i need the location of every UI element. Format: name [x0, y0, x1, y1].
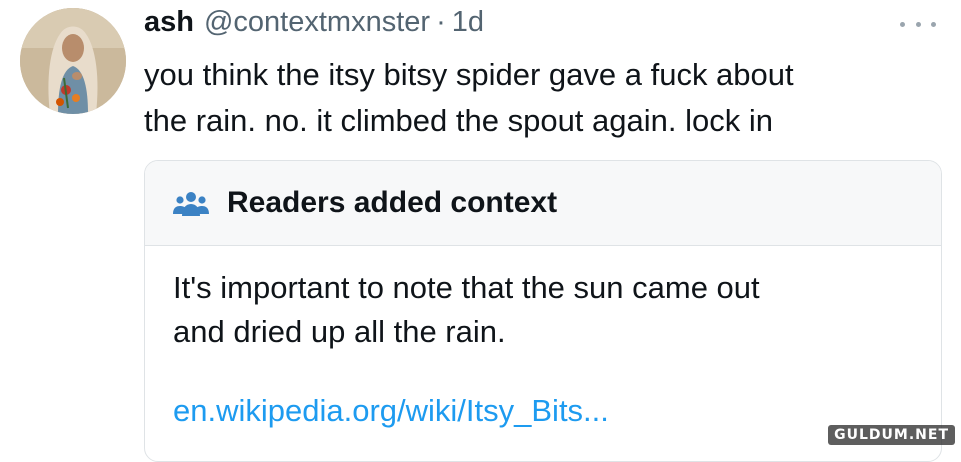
ellipsis-dot: [931, 21, 936, 27]
user-handle[interactable]: @contextmxnster: [204, 6, 430, 39]
timestamp[interactable]: 1d: [452, 6, 484, 39]
tweet: ash @contextmxnster · 1d you think the i…: [0, 0, 961, 462]
tweet-header: ash @contextmxnster · 1d: [144, 6, 484, 42]
display-name[interactable]: ash: [144, 6, 194, 39]
community-note-line: It's important to note that the sun came…: [173, 270, 760, 305]
ellipsis-dot: [900, 21, 905, 27]
community-note-card: Readers added context It's important to …: [144, 160, 942, 462]
tweet-text-line: the rain. no. it climbed the spout again…: [144, 103, 773, 138]
tweet-text-line: you think the itsy bitsy spider gave a f…: [144, 57, 794, 92]
community-note-body: It's important to note that the sun came…: [145, 246, 941, 354]
community-note-line: and dried up all the rain.: [173, 314, 506, 349]
readers-group-icon: [173, 192, 209, 216]
avatar[interactable]: [20, 8, 126, 114]
tweet-text: you think the itsy bitsy spider gave a f…: [144, 52, 934, 144]
watermark: GULDUM.NET: [828, 425, 955, 445]
community-note-header: Readers added context: [145, 161, 941, 246]
source-link[interactable]: en.wikipedia.org/wiki/Itsy_Bits...: [173, 393, 609, 429]
separator-dot: ·: [436, 6, 446, 38]
ellipsis-icon[interactable]: [900, 12, 936, 36]
avatar-image: [20, 8, 126, 114]
ellipsis-dot: [915, 21, 921, 27]
community-note-title: Readers added context: [227, 186, 558, 219]
